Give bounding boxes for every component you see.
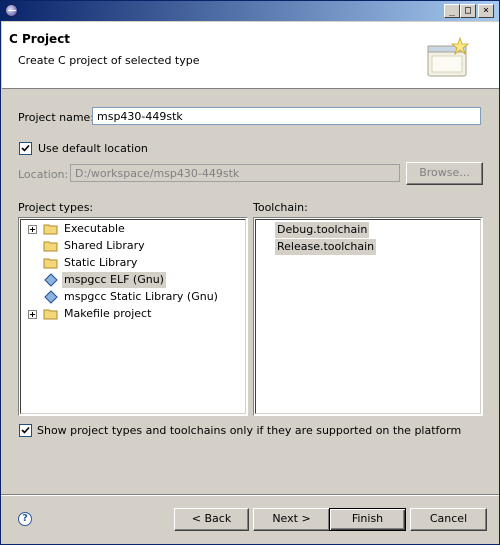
toolchain-list[interactable]: Debug.toolchain Release.toolchain <box>253 217 483 416</box>
tree-item-makefile-project[interactable]: Makefile project <box>19 306 245 322</box>
finish-button[interactable]: Finish <box>329 508 406 531</box>
checkmark-icon <box>21 144 30 152</box>
toolchain-item[interactable]: Debug.toolchain <box>275 222 370 238</box>
use-default-location-label: Use default location <box>38 142 148 155</box>
tree-item-label: mspgcc Static Library (Gnu) <box>64 290 218 303</box>
back-button[interactable]: < Back <box>174 508 249 531</box>
tree-item-mspgcc-elf[interactable]: mspgcc ELF (Gnu) <box>19 272 245 288</box>
folder-icon <box>43 309 58 320</box>
page-title: C Project <box>9 32 71 46</box>
tree-item-label: Static Library <box>64 256 138 269</box>
diamond-icon <box>44 290 58 304</box>
use-default-location-checkbox[interactable] <box>19 142 32 155</box>
project-types-tree[interactable]: Executable Shared Library Static Library… <box>18 217 248 416</box>
eclipse-icon <box>5 4 18 17</box>
folder-icon <box>43 224 58 235</box>
toolchain-label: Toolchain: <box>253 201 308 214</box>
cancel-button[interactable]: Cancel <box>410 508 487 531</box>
new-project-wizard-icon <box>427 36 470 77</box>
project-types-label: Project types: <box>18 201 94 214</box>
close-button[interactable]: × <box>478 4 494 18</box>
tree-item-label: Makefile project <box>64 307 152 320</box>
tree-item-static-library[interactable]: Static Library <box>19 255 245 271</box>
next-button[interactable]: Next > <box>253 508 330 531</box>
expand-icon[interactable] <box>28 310 37 319</box>
tree-item-label: mspgcc ELF (Gnu) <box>62 272 166 288</box>
toolchain-item[interactable]: Release.toolchain <box>275 239 377 255</box>
tree-item-shared-library[interactable]: Shared Library <box>19 238 245 254</box>
supported-only-label: Show project types and toolchains only i… <box>37 424 462 437</box>
project-name-label: Project name: <box>18 111 95 124</box>
tree-item-label: Shared Library <box>64 239 145 252</box>
tree-item-mspgcc-static-library[interactable]: mspgcc Static Library (Gnu) <box>19 289 245 305</box>
page-subtitle: Create C project of selected type <box>18 54 200 67</box>
help-icon[interactable]: ? <box>18 512 32 526</box>
checkmark-icon <box>21 426 30 434</box>
minimize-button[interactable]: _ <box>444 4 460 18</box>
maximize-button[interactable]: □ <box>460 4 476 18</box>
location-input[interactable]: D:/workspace/msp430-449stk <box>70 164 400 182</box>
location-label: Location: <box>18 168 69 181</box>
project-name-input[interactable]: msp430-449stk <box>92 107 481 125</box>
folder-icon <box>43 241 58 252</box>
c-project-dialog: _ □ × C Project Create C project of sele… <box>0 0 500 545</box>
browse-button[interactable]: Browse... <box>406 162 483 185</box>
wizard-header: C Project Create C project of selected t… <box>2 22 499 89</box>
title-bar[interactable]: _ □ × <box>1 1 499 21</box>
supported-only-checkbox[interactable] <box>19 424 32 437</box>
tree-item-label: Executable <box>64 222 125 235</box>
folder-icon <box>43 258 58 269</box>
tree-item-executable[interactable]: Executable <box>19 221 245 237</box>
button-bar-separator <box>1 494 499 496</box>
diamond-icon <box>44 273 58 287</box>
expand-icon[interactable] <box>28 225 37 234</box>
